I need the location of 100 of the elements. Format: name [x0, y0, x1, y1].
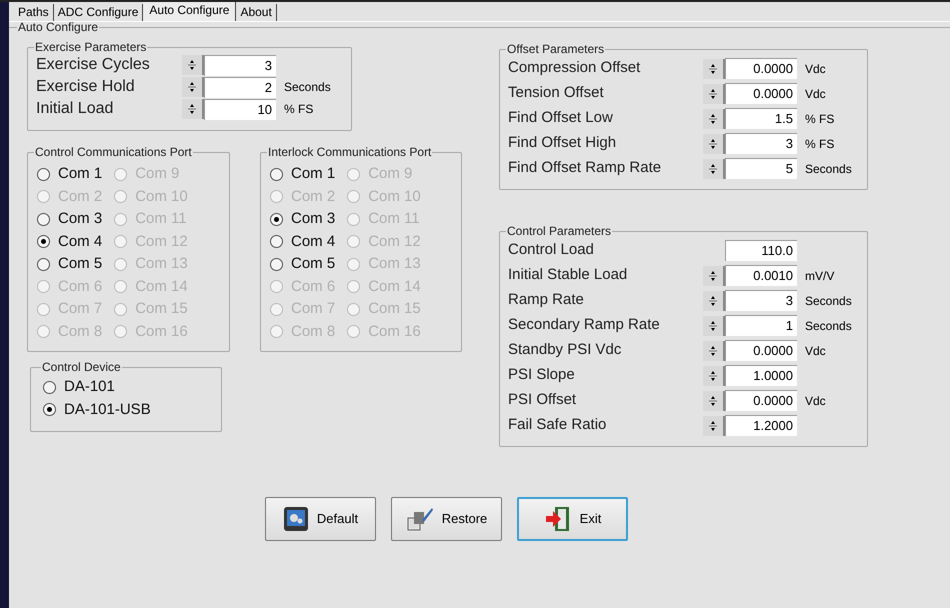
unit-label: Seconds: [284, 79, 331, 96]
up-down-arrow-icon: [709, 112, 717, 126]
up-down-arrow-icon: [709, 86, 717, 100]
radio-label: Com 3: [58, 209, 102, 229]
radio-button[interactable]: [43, 380, 56, 394]
number-field[interactable]: 0.0000: [725, 390, 797, 411]
number-field[interactable]: 0.0010: [725, 265, 797, 286]
up-down-arrow-icon: [188, 102, 196, 116]
number-field[interactable]: 10: [204, 98, 276, 120]
number-field[interactable]: 5: [725, 158, 797, 179]
up-down-arrow-icon: [709, 368, 717, 382]
number-field[interactable]: 3: [725, 133, 797, 154]
field-label: PSI Slope: [508, 365, 576, 386]
field-label: Ramp Rate: [508, 290, 585, 310]
radio-button[interactable]: [270, 235, 283, 248]
field-label: PSI Offset: [508, 390, 578, 410]
unit-label: % FS: [805, 110, 834, 128]
spin-button[interactable]: [703, 58, 725, 78]
tab[interactable]: Paths: [14, 4, 54, 21]
unit-label: % FS: [284, 101, 314, 118]
radio-label: Com 5: [58, 254, 102, 274]
radio-label: Com 4: [58, 232, 102, 252]
radio-button[interactable]: [270, 168, 283, 181]
radio-label: Com 5: [291, 254, 336, 274]
unit-label: Seconds: [805, 292, 852, 310]
unit-label: Vdc: [805, 342, 826, 360]
group-title: Auto Configure: [17, 20, 100, 34]
unit-label: Vdc: [805, 392, 826, 410]
unit-label: Seconds: [805, 160, 852, 178]
windows-pen-icon: [406, 506, 434, 532]
action-button[interactable]: Restore: [391, 497, 502, 541]
radio-button[interactable]: [37, 212, 50, 226]
number-field[interactable]: 3: [204, 54, 276, 76]
radio-label: Com 1: [58, 164, 102, 184]
number-field[interactable]: 1: [725, 315, 797, 336]
number-field[interactable]: 0.0000: [725, 340, 797, 361]
field-label: Control Load: [508, 240, 595, 260]
spin-button[interactable]: [182, 55, 204, 75]
up-down-arrow-icon: [709, 394, 717, 408]
field-label: Find Offset Low: [508, 108, 614, 128]
spin-button[interactable]: [703, 316, 725, 336]
field-label: Exercise Hold: [36, 77, 136, 97]
spin-button[interactable]: [182, 77, 204, 97]
up-down-arrow-icon: [709, 268, 717, 282]
up-down-arrow-icon: [709, 136, 717, 150]
spin-button[interactable]: [703, 416, 725, 436]
number-field[interactable]: 110.0: [725, 240, 797, 261]
group-title: Offset Parameters: [506, 42, 606, 56]
action-button[interactable]: Default: [265, 497, 376, 541]
field-label: Compression Offset: [508, 58, 642, 78]
tab[interactable]: Auto Configure: [143, 2, 236, 21]
radio-button[interactable]: [37, 258, 50, 271]
spin-button[interactable]: [703, 366, 725, 386]
unit-label: Vdc: [805, 60, 826, 78]
number-field[interactable]: 3: [725, 290, 797, 311]
up-down-arrow-icon: [709, 344, 717, 358]
spin-button[interactable]: [703, 108, 725, 128]
field-label: Exercise Cycles: [36, 55, 151, 75]
unit-label: Vdc: [805, 86, 826, 102]
field-label: Initial Load: [36, 99, 114, 119]
up-down-arrow-icon: [709, 318, 717, 332]
unit-label: mV/V: [805, 268, 834, 284]
number-field[interactable]: 0.0000: [725, 58, 797, 79]
radio-button[interactable]: [43, 403, 56, 416]
spin-button[interactable]: [182, 99, 204, 119]
field-label: Tension Offset: [508, 83, 605, 104]
spin-button[interactable]: [703, 390, 725, 410]
radio-button[interactable]: [37, 235, 50, 248]
group-title: Control Parameters: [506, 224, 612, 238]
up-down-arrow-icon: [709, 62, 717, 76]
action-button[interactable]: Exit: [517, 497, 628, 541]
spin-button[interactable]: [703, 266, 725, 286]
up-down-arrow-icon: [188, 58, 196, 72]
radio-button[interactable]: [37, 168, 50, 181]
group-title: Exercise Parameters: [34, 40, 148, 54]
spin-button[interactable]: [703, 290, 725, 310]
spin-button[interactable]: [703, 134, 725, 154]
up-down-arrow-icon: [709, 418, 717, 432]
radio-label: Com 3: [291, 209, 336, 229]
field-label: Find Offset High: [508, 133, 618, 154]
number-field[interactable]: 1.2000: [725, 415, 797, 436]
radio-label: Com 1: [291, 164, 336, 184]
spin-button[interactable]: [703, 158, 725, 178]
up-down-arrow-icon: [709, 294, 717, 308]
field-label: Secondary Ramp Rate: [508, 315, 661, 336]
spin-button[interactable]: [703, 340, 725, 360]
radio-label: Com 4: [291, 232, 336, 252]
radio-button[interactable]: [270, 212, 283, 226]
number-field[interactable]: 0.0000: [725, 83, 797, 104]
spin-button[interactable]: [703, 84, 725, 104]
unit-label: % FS: [805, 136, 834, 152]
number-field[interactable]: 1.5: [725, 108, 797, 129]
radio-button[interactable]: [270, 258, 283, 271]
group-title: Control Communications Port: [34, 145, 193, 159]
tab[interactable]: About: [236, 4, 277, 21]
field-label: Find Offset Ramp Rate: [508, 158, 662, 178]
field-label: Fail Safe Ratio: [508, 415, 608, 436]
number-field[interactable]: 2: [204, 76, 276, 98]
number-field[interactable]: 1.0000: [725, 365, 797, 386]
group-title: Control Device: [41, 360, 122, 374]
